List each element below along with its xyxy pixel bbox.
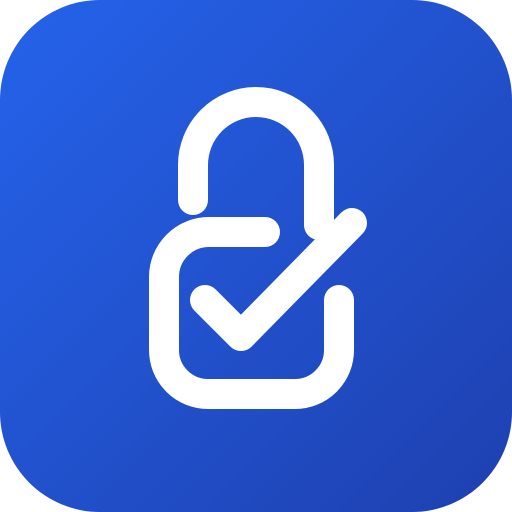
app-icon	[0, 0, 512, 512]
icon-background	[0, 0, 512, 512]
app-icon-graphic	[0, 0, 512, 512]
